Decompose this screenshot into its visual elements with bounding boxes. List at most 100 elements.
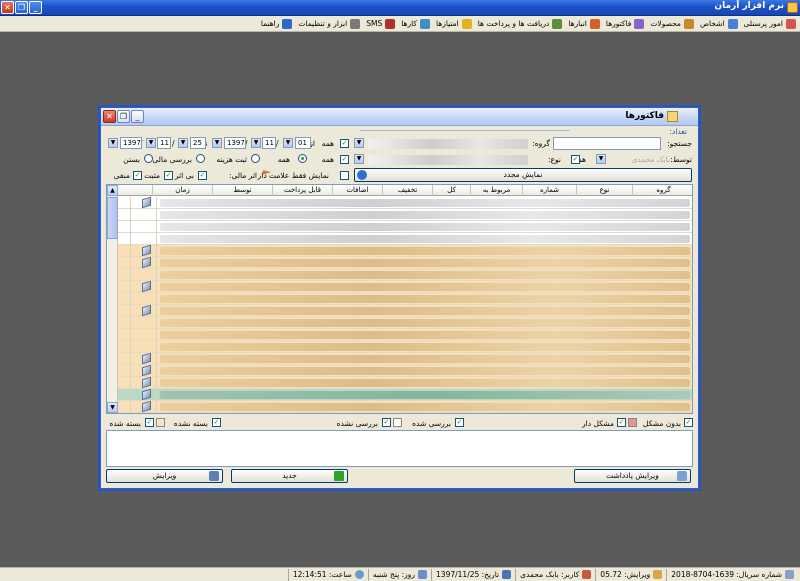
table-row[interactable] [118,341,692,353]
edit-note-button[interactable]: ویرایش یادداشت [574,469,691,483]
menu-item-9[interactable]: ابزار و تنظیمات [298,17,361,31]
table-row[interactable] [118,304,692,317]
invoices-restore-button[interactable]: ❐ [117,110,130,123]
document-icon[interactable] [142,256,151,269]
menu-item-4[interactable]: انبارها [568,17,600,31]
app-restore-button[interactable]: ❐ [15,1,28,14]
document-icon[interactable] [142,388,151,401]
menu-item-3[interactable]: فاکتورها [606,17,645,31]
scroll-thumb[interactable] [107,197,118,239]
document-icon[interactable] [142,364,151,377]
from-month-select[interactable]: 11 [262,137,276,149]
effect-negative-checkbox[interactable]: ✓ [133,171,142,180]
reviewed-checkbox[interactable]: ✓ [455,418,464,427]
radio-close[interactable] [144,154,153,163]
document-icon[interactable] [142,352,151,365]
table-row[interactable] [118,329,692,341]
menu-item-2[interactable]: محصولات [650,17,694,31]
document-icon[interactable] [142,376,151,389]
table-row[interactable] [118,400,692,413]
to-month-select[interactable]: 11 [157,137,171,149]
not-reviewed-checkbox[interactable]: ✓ [382,418,391,427]
menu-item-0[interactable]: امور پرسنلی [744,17,796,31]
table-row[interactable] [118,388,692,401]
table-row[interactable] [118,364,692,377]
refresh-button[interactable]: نمایش مجدد [354,168,692,182]
to-day-select[interactable]: 25 [190,137,206,149]
from-day-arrow[interactable]: ▼ [283,138,293,148]
from-month-arrow[interactable]: ▼ [251,138,261,148]
vertical-scrollbar[interactable]: ▲ ▼ [107,185,118,413]
menu-item-7[interactable]: کارها [401,17,430,31]
grid-column-header[interactable]: قابل پرداخت [272,185,332,196]
table-row[interactable] [118,233,692,245]
show-flagged-checkbox[interactable] [340,171,349,180]
to-month-arrow[interactable]: ▼ [146,138,156,148]
grid-column-header[interactable]: کل [432,185,470,196]
menu-item-10[interactable]: راهنما [261,17,293,31]
from-day-select[interactable]: 01 [295,137,311,149]
table-row[interactable] [118,293,692,305]
effect-positive-checkbox[interactable]: ✓ [164,171,173,180]
radio-all[interactable] [298,154,307,163]
menu-item-6[interactable]: امتیازها [436,17,472,31]
search-input[interactable] [553,137,661,150]
table-row[interactable] [118,317,692,329]
effect-none-checkbox[interactable]: ✓ [198,171,207,180]
menu-item-1[interactable]: اشخاص [700,17,738,31]
document-icon[interactable] [142,244,151,257]
problematic-checkbox[interactable]: ✓ [617,418,626,427]
table-row[interactable] [118,221,692,233]
grid-column-header[interactable]: اضافات [332,185,382,196]
grid-column-header[interactable]: تخفیف [382,185,432,196]
from-year-arrow[interactable]: ▼ [212,138,222,148]
table-row[interactable] [118,352,692,365]
document-icon[interactable] [142,280,151,293]
invoices-minimize-button[interactable]: _ [131,110,144,123]
group-select[interactable] [368,139,528,149]
invoices-close-button[interactable]: ✕ [103,110,116,123]
to-year-arrow[interactable]: ▼ [108,138,118,148]
table-row[interactable] [118,376,692,389]
notes-area[interactable] [106,430,693,467]
grid-column-header[interactable]: گروه [632,185,692,196]
table-row[interactable] [118,256,692,269]
by-dropdown-arrow[interactable]: ▼ [596,154,606,164]
grid-column-header[interactable]: مربوط به [470,185,522,196]
document-icon[interactable] [142,196,151,209]
by-all-checkbox[interactable]: ✓ [571,155,580,164]
document-icon[interactable] [142,304,151,317]
invoices-grid[interactable]: گروه نوع شماره مربوط به کل تخفیف اضافات قابل پر… [106,184,693,414]
edit-button[interactable]: ویرایش [106,469,223,483]
menu-item-8[interactable]: SMS [366,17,396,31]
document-icon[interactable] [142,400,151,413]
radio-financial-review[interactable] [196,154,205,163]
menu-item-5[interactable]: دریافت ها و پرداخت ها [478,17,563,31]
table-row[interactable] [118,196,692,209]
scroll-down-button[interactable]: ▼ [107,402,118,413]
app-minimize-button[interactable]: _ [29,1,42,14]
group-dropdown-arrow[interactable]: ▼ [354,138,364,148]
scroll-up-button[interactable]: ▲ [107,185,118,196]
from-year-select[interactable]: 1397 [224,137,246,149]
new-button[interactable]: جدید [231,469,348,483]
to-year-select[interactable]: 1397 [120,137,142,149]
grid-column-header[interactable]: شماره [522,185,576,196]
table-row[interactable] [118,269,692,281]
not-closed-checkbox[interactable]: ✓ [212,418,221,427]
document-icon[interactable] [142,412,151,413]
to-day-arrow[interactable]: ▼ [178,138,188,148]
grid-column-header[interactable]: نوع [576,185,632,196]
type-select[interactable] [368,155,528,165]
grid-column-header[interactable]: توسط [212,185,272,196]
grid-column-header[interactable]: زمان [152,185,212,196]
type-dropdown-arrow[interactable]: ▼ [354,154,364,164]
group-all-checkbox[interactable]: ✓ [340,139,349,148]
type-all-checkbox[interactable]: ✓ [340,155,349,164]
table-row[interactable] [118,280,692,293]
table-row[interactable] [118,244,692,257]
table-row[interactable] [142,412,151,413]
radio-expense[interactable] [251,154,260,163]
no-problem-checkbox[interactable]: ✓ [684,418,693,427]
closed-checkbox[interactable]: ✓ [145,418,154,427]
